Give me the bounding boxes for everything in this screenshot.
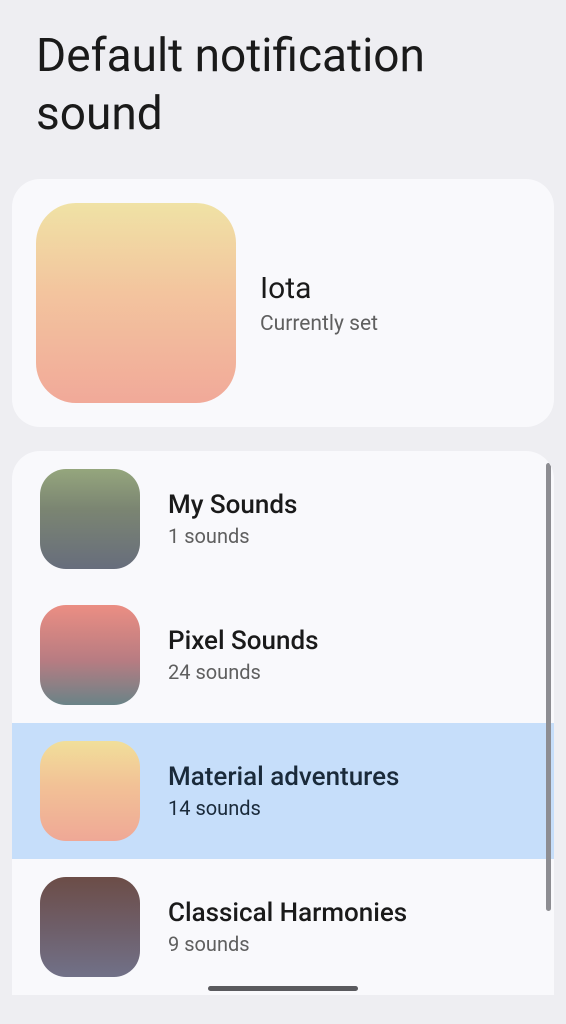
category-thumbnail [40,877,140,977]
category-name: My Sounds [168,490,297,520]
category-name: Material adventures [168,762,399,792]
category-count: 14 sounds [168,796,399,820]
category-thumbnail [40,605,140,705]
scrollbar[interactable] [546,463,551,911]
category-item-my-sounds[interactable]: My Sounds 1 sounds [12,451,554,587]
drag-handle[interactable] [208,986,358,991]
category-item-classical-harmonies[interactable]: Classical Harmonies 9 sounds [12,859,554,995]
category-count: 9 sounds [168,932,407,956]
current-sound-info: Iota Currently set [260,271,378,336]
current-sound-thumbnail [36,203,236,403]
category-item-pixel-sounds[interactable]: Pixel Sounds 24 sounds [12,587,554,723]
category-info: Pixel Sounds 24 sounds [168,626,319,684]
category-info: My Sounds 1 sounds [168,490,297,548]
current-sound-card[interactable]: Iota Currently set [12,179,554,427]
category-info: Classical Harmonies 9 sounds [168,898,407,956]
category-name: Pixel Sounds [168,626,319,656]
category-item-material-adventures[interactable]: Material adventures 14 sounds [12,723,554,859]
current-sound-status: Currently set [260,312,378,336]
sound-categories-list: My Sounds 1 sounds Pixel Sounds 24 sound… [12,451,554,995]
page-title: Default notification sound [0,0,566,179]
category-thumbnail [40,469,140,569]
category-count: 1 sounds [168,524,297,548]
category-info: Material adventures 14 sounds [168,762,399,820]
category-name: Classical Harmonies [168,898,407,928]
current-sound-name: Iota [260,271,378,306]
category-thumbnail [40,741,140,841]
category-count: 24 sounds [168,660,319,684]
